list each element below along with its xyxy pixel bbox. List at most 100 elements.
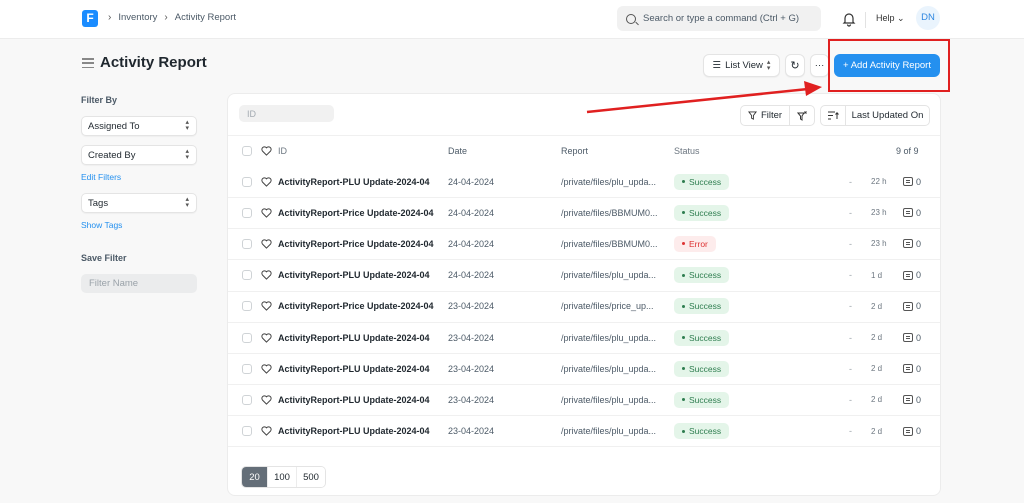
row-comments[interactable]: 0: [903, 208, 921, 218]
comment-icon: [903, 177, 913, 186]
list-view-button[interactable]: ☰ List View ▴ ▾: [703, 54, 780, 77]
table-row[interactable]: ActivityReport-Price Update-2024-04 23-04…: [228, 291, 940, 322]
list-view-label: List View: [725, 60, 763, 71]
row-id-link[interactable]: ActivityReport-Price Update-2024-04: [278, 301, 440, 311]
row-checkbox[interactable]: [242, 363, 252, 374]
search-icon: [626, 13, 636, 24]
created-by-select[interactable]: Created By ▴ ▾: [81, 145, 197, 165]
row-id-link[interactable]: ActivityReport-Price Update-2024-04: [278, 239, 440, 249]
row-comments[interactable]: 0: [903, 395, 921, 405]
row-modified-age: 2 d: [871, 333, 883, 342]
search-bar[interactable]: Search or type a command (Ctrl + G): [617, 6, 821, 31]
heart-icon[interactable]: [261, 270, 272, 280]
row-id-link[interactable]: ActivityReport-PLU Update-2024-04: [278, 333, 440, 343]
select-all-checkbox[interactable]: [242, 145, 252, 156]
row-status: Success: [674, 204, 730, 221]
heart-icon[interactable]: [261, 395, 272, 405]
sort-direction-button[interactable]: [820, 105, 846, 126]
row-comments[interactable]: 0: [903, 239, 921, 249]
table-row[interactable]: ActivityReport-PLU Update-2024-04 24-04-2…: [228, 166, 940, 197]
status-label: Success: [689, 207, 722, 218]
table-row[interactable]: ActivityReport-Price Update-2024-04 24-04…: [228, 228, 940, 259]
status-dot-icon: [682, 429, 685, 433]
row-checkbox[interactable]: [242, 207, 252, 218]
avatar[interactable]: DN: [916, 6, 940, 30]
breadcrumb-inventory[interactable]: Inventory: [118, 12, 157, 23]
table-row[interactable]: ActivityReport-PLU Update-2024-04 24-04-2…: [228, 260, 940, 291]
add-activity-report-button[interactable]: + Add Activity Report: [834, 54, 940, 77]
search-placeholder: Search or type a command (Ctrl + G): [643, 13, 800, 24]
row-checkbox[interactable]: [242, 270, 252, 281]
row-status: Success: [674, 391, 730, 408]
row-checkbox[interactable]: [242, 238, 252, 249]
notification-bell-icon[interactable]: [842, 11, 856, 27]
row-checkbox[interactable]: [242, 426, 252, 437]
clear-filter-button[interactable]: [789, 105, 815, 126]
chevron-right-icon: ›: [108, 12, 112, 23]
sort-by-button[interactable]: Last Updated On: [845, 105, 930, 126]
heart-icon[interactable]: [261, 208, 272, 218]
table-row[interactable]: ActivityReport-PLU Update-2024-04 23-04-2…: [228, 322, 940, 353]
updown-icon: ▴ ▾: [185, 196, 189, 209]
status-dot-icon: [682, 242, 685, 246]
page-title: Activity Report: [100, 54, 207, 71]
status-label: Error: [689, 238, 708, 249]
more-actions-button[interactable]: ···: [810, 54, 829, 77]
filter-button[interactable]: Filter: [740, 105, 790, 126]
row-comments[interactable]: 0: [903, 301, 921, 311]
edit-filters-link[interactable]: Edit Filters: [81, 172, 121, 182]
row-checkbox[interactable]: [242, 394, 252, 405]
row-comments[interactable]: 0: [903, 333, 921, 343]
app-logo[interactable]: F: [82, 10, 98, 27]
table-header: ID Date Report Status 9 of 9: [228, 135, 940, 166]
help-dropdown[interactable]: Help ⌄: [876, 13, 905, 24]
row-status: Error: [674, 235, 716, 252]
row-comments[interactable]: 0: [903, 364, 921, 374]
refresh-button[interactable]: ↻: [785, 54, 805, 77]
refresh-icon: ↻: [790, 60, 800, 72]
heart-icon[interactable]: [261, 364, 272, 374]
breadcrumb-activity-report[interactable]: Activity Report: [175, 12, 236, 23]
row-comments[interactable]: 0: [903, 426, 921, 436]
table-row[interactable]: ActivityReport-PLU Update-2024-04 23-04-2…: [228, 353, 940, 384]
heart-icon[interactable]: [261, 426, 272, 436]
row-comments[interactable]: 0: [903, 177, 921, 187]
row-checkbox[interactable]: [242, 332, 252, 343]
status-dot-icon: [682, 336, 685, 339]
heart-icon[interactable]: [261, 145, 272, 156]
column-header-id: ID: [278, 145, 287, 156]
row-id-link[interactable]: ActivityReport-PLU Update-2024-04: [278, 395, 440, 405]
tags-select[interactable]: Tags ▴ ▾: [81, 193, 197, 213]
row-id-link[interactable]: ActivityReport-Price Update-2024-04: [278, 208, 440, 218]
page-length-500[interactable]: 500: [296, 467, 325, 487]
row-checkbox[interactable]: [242, 301, 252, 312]
status-badge: Success: [674, 173, 730, 190]
sidebar-toggle-icon[interactable]: [82, 58, 94, 68]
show-tags-link[interactable]: Show Tags: [81, 220, 122, 230]
heart-icon[interactable]: [261, 239, 272, 249]
row-assigned: -: [849, 238, 852, 249]
row-id-link[interactable]: ActivityReport-PLU Update-2024-04: [278, 177, 440, 187]
list-panel: Filter Last Updated On ID Date Report St…: [227, 93, 941, 496]
table-row[interactable]: ActivityReport-PLU Update-2024-04 23-04-2…: [228, 384, 940, 415]
heart-icon[interactable]: [261, 301, 272, 312]
heart-icon[interactable]: [261, 176, 272, 187]
heart-icon[interactable]: [261, 332, 272, 343]
column-header-date: Date: [448, 145, 468, 156]
row-id-link[interactable]: ActivityReport-PLU Update-2024-04: [278, 270, 440, 280]
filter-label: Filter: [760, 110, 783, 121]
row-id-link[interactable]: ActivityReport-PLU Update-2024-04: [278, 426, 440, 436]
row-checkbox[interactable]: [242, 176, 252, 187]
assigned-to-select[interactable]: Assigned To ▴ ▾: [81, 116, 197, 136]
row-modified-age: 2 d: [871, 426, 883, 436]
filter-name-input[interactable]: [81, 274, 197, 293]
status-label: Success: [689, 363, 722, 374]
row-modified-age: 23 h: [871, 239, 887, 249]
page-length-100[interactable]: 100: [267, 467, 296, 487]
row-id-link[interactable]: ActivityReport-PLU Update-2024-04: [278, 364, 440, 374]
page-length-20[interactable]: 20: [242, 467, 267, 487]
id-filter-input[interactable]: [239, 105, 334, 122]
table-row[interactable]: ActivityReport-PLU Update-2024-04 23-04-2…: [228, 416, 940, 447]
row-comments[interactable]: 0: [903, 270, 921, 280]
table-row[interactable]: ActivityReport-Price Update-2024-04 24-04…: [228, 197, 940, 228]
